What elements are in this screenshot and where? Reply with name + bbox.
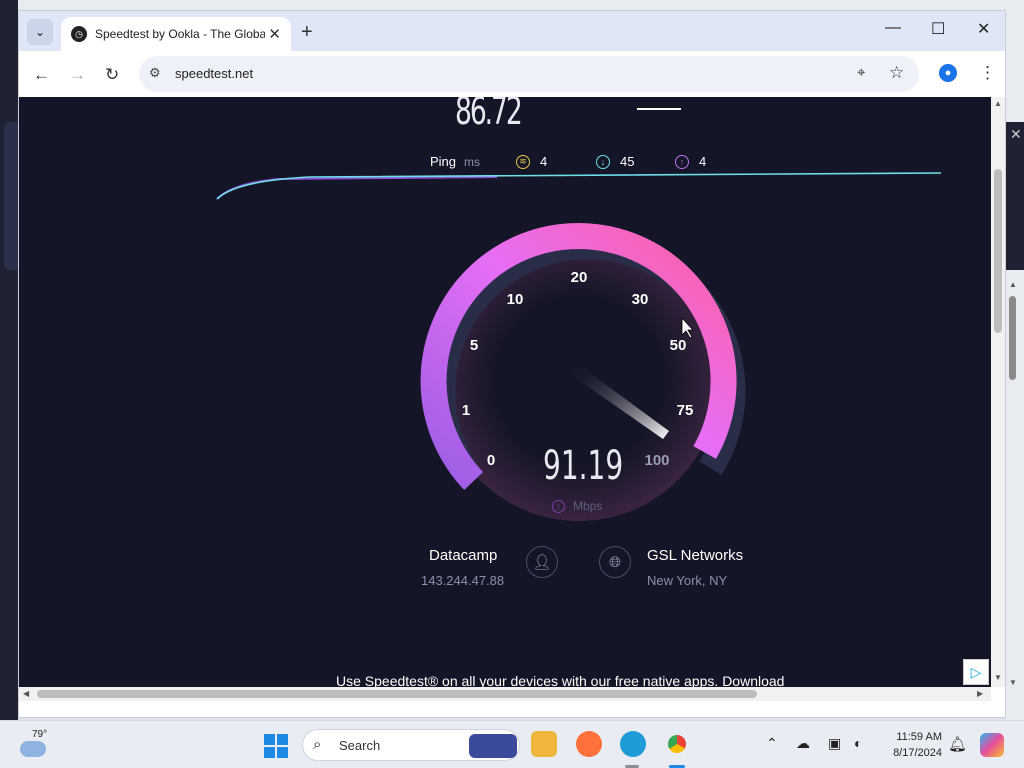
page-vertical-scrollbar[interactable]: ▲ ▼ (991, 97, 1005, 687)
idle-latency-value: 4 (540, 154, 548, 169)
address-bar[interactable]: ⚙ speedtest.net ⌖ ☆ (139, 56, 919, 92)
user-icon: 👤︎ (526, 546, 558, 578)
scroll-right-icon[interactable]: ▶ (977, 689, 983, 698)
upload-placeholder-dash (637, 108, 681, 110)
tab-search-button[interactable]: ⌄ (27, 19, 53, 45)
scroll-left-icon[interactable]: ◀ (23, 689, 29, 698)
gauge-tick-0: 0 (487, 452, 495, 469)
chevron-down-icon: ⌄ (34, 25, 46, 39)
window-close-icon[interactable]: ✕ (977, 19, 990, 39)
tab-title: Speedtest by Ookla - The Global Broadban… (95, 27, 265, 41)
taskbar-search[interactable]: ⌕ Search (302, 729, 520, 761)
profile-avatar-icon[interactable]: ● (939, 64, 957, 82)
upload-latency-value: 4 (699, 154, 707, 169)
globe-icon: 🌐︎ (599, 546, 631, 578)
scroll-up-icon[interactable]: ▲ (994, 99, 1002, 108)
current-speed-value: 91.19 (543, 443, 624, 489)
idle-latency: ≋ 4 (516, 154, 547, 169)
download-graph-line (216, 176, 498, 200)
search-icon: ⌕ (313, 736, 322, 753)
active-tab[interactable]: ◷ Speedtest by Ookla - The Global Broadb… (61, 17, 291, 51)
bg-scroll-thumb[interactable] (1009, 296, 1016, 380)
firefox-icon[interactable] (576, 731, 602, 757)
download-speed-value: 86.72 (455, 97, 523, 133)
upload-latency: ↑ 4 (675, 154, 706, 169)
menu-kebab-icon[interactable]: ⋮ (979, 63, 996, 83)
speedtest-graphics: 0 1 5 10 20 30 50 75 100 (216, 172, 942, 521)
page-horizontal-scrollbar[interactable]: ◀ ▶ (19, 687, 991, 701)
speedtest-favicon-icon: ◷ (71, 26, 87, 42)
idle-latency-icon: ≋ (516, 154, 530, 169)
tab-bar: ⌄ ◷ Speedtest by Ookla - The Global Broa… (19, 11, 1005, 51)
speed-unit: ↑ Mbps (552, 499, 602, 513)
windows-start-icon[interactable] (264, 734, 288, 758)
ping-label: Ping (430, 154, 457, 169)
network-volume-icon[interactable]: ◐ (854, 735, 862, 751)
gauge-tick-30: 30 (632, 291, 649, 308)
upload-arrow-icon: ↑ (675, 154, 689, 169)
download-latency: ↓ 45 (596, 154, 634, 169)
gauge-tick-20: 20 (571, 269, 588, 286)
display-icon[interactable]: ▣ (828, 735, 841, 752)
gauge-tick-100: 100 (644, 452, 669, 469)
adchoices-icon[interactable]: ▷ (963, 659, 989, 685)
speedtest-page: 0 1 5 10 20 30 50 75 100 86.72 Ping ms ≋… (19, 97, 991, 687)
clock-time: 11:59 AM (896, 731, 942, 743)
search-highlight-image (469, 734, 517, 758)
background-scrollbar[interactable]: ▲ ▼ (1006, 280, 1020, 690)
client-ip: 143.244.47.88 (421, 573, 505, 588)
background-window-left (0, 0, 18, 720)
clock-date: 8/17/2024 (893, 747, 942, 759)
onedrive-offline-icon[interactable]: ☁ (796, 735, 810, 752)
location-pin-icon[interactable]: ⌖ (857, 64, 865, 81)
minimize-icon[interactable]: — (885, 19, 901, 37)
gauge-tick-5: 5 (470, 337, 478, 354)
app-promo-text[interactable]: Use Speedtest® on all your devices with … (336, 673, 784, 687)
scroll-down-icon[interactable]: ▼ (994, 673, 1002, 682)
back-arrow-icon[interactable]: ← (33, 65, 50, 85)
search-label: Search (339, 738, 381, 753)
temperature: 79° (32, 729, 48, 740)
clock[interactable]: 11:59 AM 8/17/2024 (880, 729, 942, 761)
maximize-icon[interactable]: ☐ (931, 19, 945, 39)
gauge-tick-10: 10 (507, 291, 524, 308)
chrome-icon[interactable] (664, 731, 690, 757)
download-arrow-icon: ↓ (596, 154, 610, 169)
forward-arrow-icon[interactable]: → (69, 65, 86, 85)
site-info-icon[interactable]: ⚙ (149, 65, 161, 81)
bookmark-star-icon[interactable]: ☆ (889, 63, 904, 83)
taskbar: 79° ⌕ Search ⌃ ☁ ▣ ◐ 11:59 AM 8/17/2024 … (0, 720, 1024, 768)
speed-unit-label: Mbps (573, 499, 603, 513)
copilot-icon[interactable] (980, 733, 1004, 757)
vertical-scroll-thumb[interactable] (994, 169, 1002, 333)
gauge-tick-50: 50 (670, 337, 687, 354)
client-name: Datacamp (429, 547, 498, 564)
upload-graph-line (216, 172, 942, 200)
notification-bell-icon[interactable]: 🔔︎ (948, 735, 967, 753)
upload-indicator-icon: ↑ (552, 499, 565, 513)
server-location: New York, NY (647, 573, 728, 588)
bg-scroll-up-icon[interactable]: ▲ (1009, 280, 1017, 289)
browser-window: ⌄ ◷ Speedtest by Ookla - The Global Broa… (18, 10, 1006, 718)
show-hidden-icons-chevron-icon[interactable]: ⌃ (766, 735, 778, 752)
bg-scroll-down-icon[interactable]: ▼ (1009, 678, 1017, 687)
server-name[interactable]: GSL Networks (647, 547, 743, 564)
edge-icon[interactable] (620, 731, 646, 757)
file-explorer-icon[interactable] (531, 731, 557, 757)
gauge-tick-75: 75 (677, 402, 694, 419)
gauge-tick-1: 1 (462, 402, 470, 419)
tab-close-icon[interactable]: ✕ (268, 25, 281, 43)
horizontal-scroll-thumb[interactable] (37, 690, 757, 698)
reload-icon[interactable]: ↻ (105, 65, 119, 85)
background-close-icon: ✕ (1010, 126, 1022, 142)
download-latency-value: 45 (620, 154, 635, 169)
new-tab-button[interactable]: + (301, 21, 313, 44)
ping-label-group: Ping ms (430, 154, 480, 169)
navigation-bar: ← → ↻ ⚙ speedtest.net ⌖ ☆ ● ⋮ (19, 51, 1005, 97)
cloud-icon (20, 741, 46, 757)
ping-unit: ms (464, 154, 481, 169)
url-text[interactable]: speedtest.net (175, 66, 253, 81)
